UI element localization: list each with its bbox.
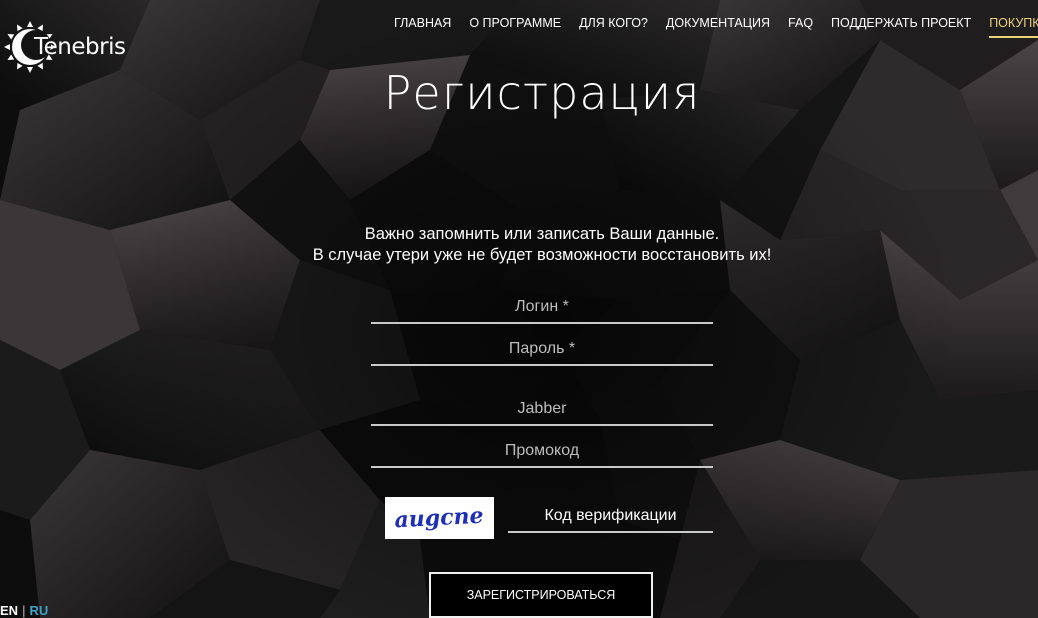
- registration-notice: Важно запомнить или записать Ваши данные…: [0, 224, 1038, 266]
- nav-item-purchase-login[interactable]: ПОКУПКА И ВХ: [989, 16, 1038, 38]
- login-field[interactable]: [371, 292, 713, 324]
- page-title: Регистрация: [383, 66, 701, 120]
- jabber-field[interactable]: [371, 394, 713, 426]
- language-ru[interactable]: RU: [29, 603, 48, 618]
- verification-code-field[interactable]: [508, 501, 713, 533]
- register-button[interactable]: ЗАРЕГИСТРИРОВАТЬСЯ: [429, 572, 653, 618]
- captcha-image: augcne: [385, 497, 494, 539]
- captcha-text: augcne: [394, 503, 484, 534]
- nav-item-support[interactable]: ПОДДЕРЖАТЬ ПРОЕКТ: [831, 16, 971, 38]
- promo-code-field[interactable]: [371, 436, 713, 468]
- nav-item-faq[interactable]: FAQ: [788, 16, 813, 38]
- main-nav: ГЛАВНАЯ О ПРОГРАММЕ ДЛЯ КОГО? ДОКУМЕНТАЦ…: [394, 16, 1038, 38]
- nav-item-docs[interactable]: ДОКУМЕНТАЦИЯ: [666, 16, 770, 38]
- nav-item-about[interactable]: О ПРОГРАММЕ: [469, 16, 561, 38]
- language-separator: |: [22, 603, 26, 618]
- nav-item-audience[interactable]: ДЛЯ КОГО?: [579, 16, 648, 38]
- notice-line-2: В случае утери уже не будет возможности …: [312, 246, 772, 264]
- password-field[interactable]: [371, 334, 713, 366]
- brand-name: Tenebris: [34, 34, 126, 60]
- language-en[interactable]: EN: [0, 603, 18, 618]
- notice-line-1: Важно запомнить или записать Ваши данные…: [364, 225, 720, 243]
- nav-item-home[interactable]: ГЛАВНАЯ: [394, 16, 451, 38]
- language-switcher: EN | RU: [0, 603, 48, 618]
